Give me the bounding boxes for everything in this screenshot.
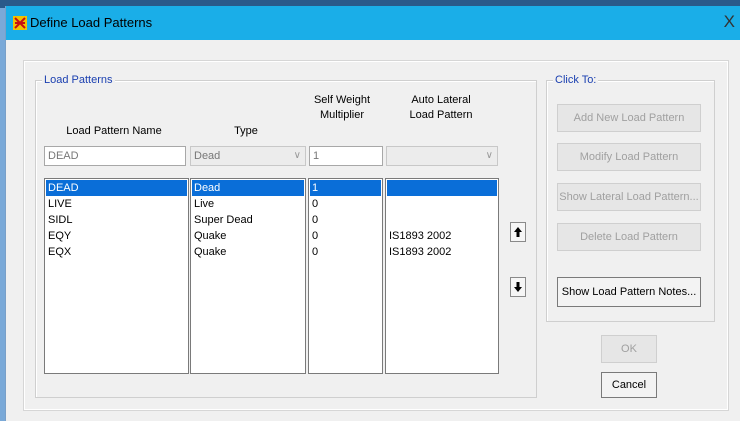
header-type: Type — [234, 125, 258, 137]
show-lateral-load-pattern-button[interactable]: Show Lateral Load Pattern... — [557, 183, 701, 211]
chevron-down-icon: ∨ — [485, 150, 493, 161]
arrow-up-icon — [514, 227, 522, 237]
list-item[interactable]: LIVE — [46, 196, 187, 212]
load-pattern-name-input[interactable]: DEAD — [44, 146, 186, 166]
list-item[interactable]: Quake — [192, 244, 304, 260]
header-auto-lateral: Auto Lateral Load Pattern — [386, 93, 496, 123]
show-load-pattern-notes-button[interactable]: Show Load Pattern Notes... — [557, 277, 701, 307]
click-to-group-label: Click To: — [553, 74, 599, 86]
auto-lateral-list[interactable]: IS1893 2002 IS1893 2002 — [385, 178, 499, 374]
arrow-down-icon — [514, 282, 522, 292]
list-item[interactable]: IS1893 2002 — [387, 244, 497, 260]
modify-load-pattern-button[interactable]: Modify Load Pattern — [557, 143, 701, 171]
add-new-load-pattern-button[interactable]: Add New Load Pattern — [557, 104, 701, 132]
list-item[interactable]: EQY — [46, 228, 187, 244]
list-item[interactable]: 1 — [310, 180, 381, 196]
ok-button[interactable]: OK — [601, 335, 657, 363]
list-item[interactable]: Dead — [192, 180, 304, 196]
close-icon[interactable]: X — [724, 12, 735, 32]
click-to-group: Click To: Add New Load Pattern Modify Lo… — [546, 74, 715, 322]
self-weight-multiplier-input[interactable]: 1 — [309, 146, 383, 166]
window-title: Define Load Patterns — [30, 15, 153, 30]
auto-lateral-select[interactable]: ∨ — [386, 146, 498, 166]
etabs-app-icon — [13, 16, 27, 30]
list-item[interactable]: Live — [192, 196, 304, 212]
type-select[interactable]: Dead ∨ — [190, 146, 306, 166]
header-load-pattern-name: Load Pattern Name — [66, 125, 162, 137]
title-bar[interactable]: Define Load Patterns X — [6, 6, 740, 40]
list-item[interactable]: Quake — [192, 228, 304, 244]
list-item[interactable]: IS1893 2002 — [387, 228, 497, 244]
load-patterns-group-label: Load Patterns — [42, 74, 115, 86]
define-load-patterns-dialog: Define Load Patterns X Load Patterns Loa… — [5, 6, 740, 421]
header-self-weight-line2: Multiplier — [319, 109, 364, 121]
delete-load-pattern-button[interactable]: Delete Load Pattern — [557, 223, 701, 251]
list-item[interactable]: DEAD — [46, 180, 187, 196]
list-item[interactable]: 0 — [310, 196, 381, 212]
list-item[interactable]: EQX — [46, 244, 187, 260]
load-patterns-group: Load Patterns Load Pattern Name Type Sel… — [35, 74, 537, 398]
move-up-button[interactable] — [510, 222, 526, 242]
header-auto-lateral-line1: Auto Lateral — [411, 94, 471, 106]
list-item[interactable]: 0 — [310, 244, 381, 260]
header-self-weight: Self Weight Multiplier — [304, 93, 380, 123]
type-list[interactable]: Dead Live Super Dead Quake Quake — [190, 178, 306, 374]
list-item[interactable]: Super Dead — [192, 212, 304, 228]
self-weight-multiplier-list[interactable]: 1 0 0 0 0 — [308, 178, 383, 374]
list-item[interactable]: SIDL — [46, 212, 187, 228]
header-self-weight-line1: Self Weight — [313, 94, 371, 106]
header-auto-lateral-line2: Load Pattern — [409, 109, 473, 121]
move-down-button[interactable] — [510, 277, 526, 297]
list-item[interactable]: 0 — [310, 212, 381, 228]
cancel-button[interactable]: Cancel — [601, 372, 657, 398]
dialog-body: Load Patterns Load Pattern Name Type Sel… — [23, 60, 729, 411]
list-item[interactable]: 0 — [310, 228, 381, 244]
type-select-value: Dead — [194, 150, 221, 162]
list-item[interactable] — [387, 196, 497, 212]
list-item[interactable] — [387, 212, 497, 228]
load-pattern-name-list[interactable]: DEAD LIVE SIDL EQY EQX — [44, 178, 189, 374]
chevron-down-icon: ∨ — [293, 150, 301, 161]
list-item[interactable] — [387, 180, 497, 196]
